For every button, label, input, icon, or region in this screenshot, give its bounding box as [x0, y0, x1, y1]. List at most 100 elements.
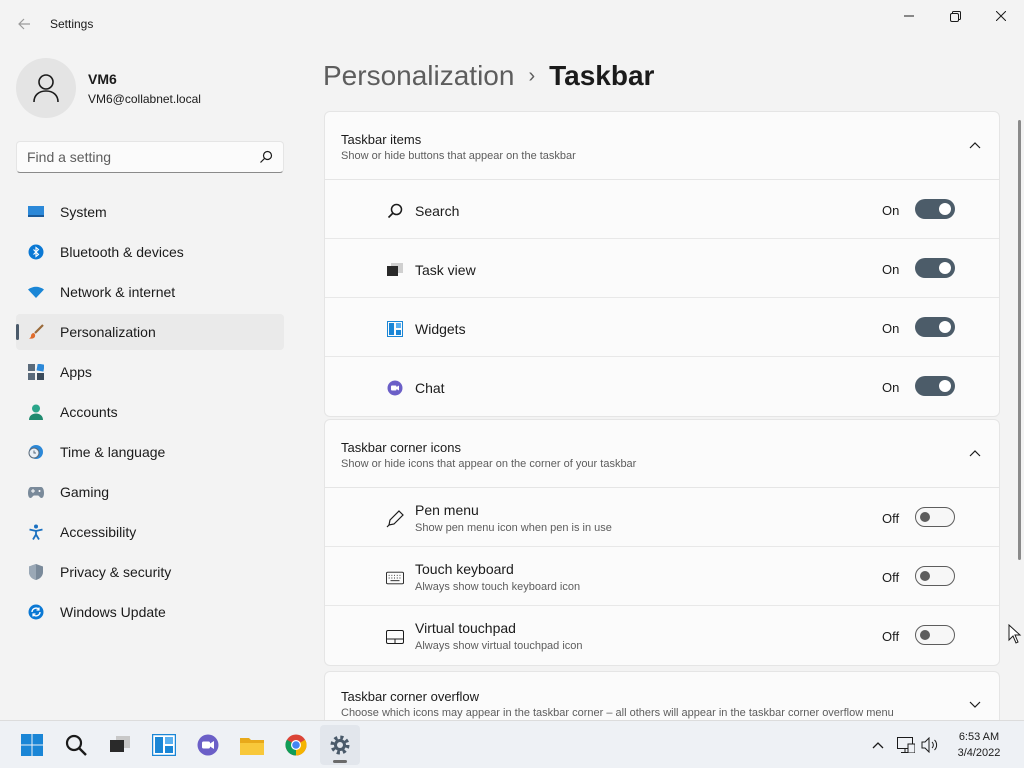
corner-icons-section: Taskbar corner icons Show or hide icons …: [324, 419, 1000, 666]
sidebar-item-accessibility[interactable]: Accessibility: [16, 514, 284, 550]
sidebar-item-privacy[interactable]: Privacy & security: [16, 554, 284, 590]
sidebar-item-gaming[interactable]: Gaming: [16, 474, 284, 510]
taskbar-file-explorer-button[interactable]: [232, 725, 272, 765]
chat-toggle[interactable]: [915, 376, 955, 396]
chevron-up-icon[interactable]: [969, 448, 981, 460]
sidebar-item-label: Gaming: [60, 484, 110, 500]
setting-row-chat: Chat On: [325, 357, 999, 416]
search-input[interactable]: [17, 142, 247, 172]
chevron-right-icon: ›: [528, 64, 536, 87]
volume-tray-icon[interactable]: [920, 733, 940, 757]
search-toggle[interactable]: [915, 199, 955, 219]
sidebar-item-bluetooth[interactable]: Bluetooth & devices: [16, 234, 284, 270]
setting-label: Task view: [415, 262, 476, 278]
search-box[interactable]: [16, 141, 284, 173]
gear-icon: [330, 735, 350, 755]
section-title: Taskbar corner icons: [341, 440, 461, 455]
setting-label: Widgets: [415, 321, 466, 337]
sidebar-item-network[interactable]: Network & internet: [16, 274, 284, 310]
widgets-toggle[interactable]: [915, 317, 955, 337]
sidebar-item-personalization[interactable]: Personalization: [16, 314, 284, 350]
section-subtitle: Show or hide buttons that appear on the …: [341, 150, 576, 162]
close-icon: [996, 11, 1006, 21]
section-subtitle: Choose which icons may appear in the tas…: [341, 707, 894, 719]
setting-description: Always show touch keyboard icon: [415, 581, 581, 593]
taskbar-items-header[interactable]: Taskbar items Show or hide buttons that …: [325, 112, 999, 180]
toggle-state: On: [882, 262, 900, 277]
toggle-state: Off: [882, 511, 900, 526]
toggle-state: On: [882, 321, 900, 336]
setting-label: Virtual touchpad: [415, 620, 516, 636]
wifi-icon: [28, 284, 44, 300]
setting-label: Search: [415, 203, 460, 219]
keyboard-icon: [386, 569, 404, 587]
scrollbar[interactable]: [1018, 120, 1021, 560]
sidebar-nav: System Bluetooth & devices Network & int…: [16, 194, 284, 634]
search-icon[interactable]: [259, 150, 273, 164]
person-icon: [33, 74, 59, 103]
search-icon: [386, 202, 404, 220]
minimize-button[interactable]: [886, 0, 932, 32]
setting-row-virtual-touchpad: Virtual touchpad Always show virtual tou…: [325, 606, 999, 665]
toggle-state: On: [882, 203, 900, 218]
chat-icon: [386, 379, 404, 397]
touch-keyboard-toggle[interactable]: [915, 566, 955, 586]
user-profile[interactable]: VM6 VM6@collabnet.local: [16, 58, 286, 118]
touchpad-icon: [386, 628, 404, 646]
breadcrumb-parent[interactable]: Personalization: [323, 60, 514, 92]
corner-overflow-section[interactable]: Taskbar corner overflow Choose which ico…: [324, 671, 1000, 721]
avatar: [16, 58, 76, 118]
setting-label: Pen menu: [415, 502, 479, 518]
gamepad-icon: [28, 484, 44, 500]
task-view-toggle[interactable]: [915, 258, 955, 278]
windows-logo-icon: [21, 734, 43, 756]
chevron-down-icon[interactable]: [969, 698, 981, 710]
taskbar-settings-button[interactable]: [320, 725, 360, 765]
start-button[interactable]: [12, 725, 52, 765]
sidebar-item-label: Privacy & security: [60, 564, 172, 580]
sidebar-item-accounts[interactable]: Accounts: [16, 394, 284, 430]
sidebar-item-system[interactable]: System: [16, 194, 284, 230]
sidebar-item-windows-update[interactable]: Windows Update: [16, 594, 284, 630]
taskbar-chrome-button[interactable]: [276, 725, 316, 765]
folder-icon: [240, 738, 264, 755]
sidebar-item-label: Network & internet: [60, 284, 176, 300]
taskbar-clock[interactable]: 6:53 AM 3/4/2022: [944, 729, 1014, 761]
page-title: Taskbar: [549, 60, 655, 91]
network-tray-icon[interactable]: [896, 733, 916, 757]
show-hidden-icons-button[interactable]: [868, 733, 888, 757]
restore-icon: [949, 10, 961, 22]
setting-description: Show pen menu icon when pen is in use: [415, 522, 612, 534]
virtual-touchpad-toggle[interactable]: [915, 625, 955, 645]
widgets-icon: [152, 734, 176, 756]
sidebar-item-apps[interactable]: Apps: [16, 354, 284, 390]
setting-row-widgets: Widgets On: [325, 298, 999, 357]
taskbar-widgets-button[interactable]: [144, 725, 184, 765]
profile-email: VM6@collabnet.local: [88, 92, 201, 106]
speaker-icon: [921, 737, 938, 753]
chat-icon: [197, 734, 219, 756]
sidebar-item-time-language[interactable]: Time & language: [16, 434, 284, 470]
restore-button[interactable]: [932, 0, 978, 32]
corner-icons-header[interactable]: Taskbar corner icons Show or hide icons …: [325, 420, 999, 488]
taskbar-chat-button[interactable]: [188, 725, 228, 765]
apps-icon: [28, 364, 44, 380]
sidebar-item-label: Accounts: [60, 404, 118, 420]
clock-globe-icon: [28, 444, 44, 460]
brush-icon: [28, 324, 44, 340]
pen-menu-toggle[interactable]: [915, 507, 955, 527]
chevron-up-icon[interactable]: [969, 140, 981, 152]
back-button[interactable]: [10, 10, 38, 38]
breadcrumb: Personalization › Taskbar: [323, 58, 654, 94]
clock-time: 6:53 AM: [958, 731, 1000, 743]
bluetooth-icon: [28, 244, 44, 260]
taskbar-search-button[interactable]: [56, 725, 96, 765]
close-button[interactable]: [978, 0, 1024, 32]
setting-row-pen-menu: Pen menu Show pen menu icon when pen is …: [325, 488, 999, 547]
toggle-state: On: [882, 380, 900, 395]
sidebar-item-label: Bluetooth & devices: [60, 244, 184, 260]
sidebar-item-label: Personalization: [60, 324, 156, 340]
taskbar-task-view-button[interactable]: [100, 725, 140, 765]
section-title: Taskbar corner overflow: [341, 689, 479, 704]
sidebar-item-label: Windows Update: [60, 604, 166, 620]
